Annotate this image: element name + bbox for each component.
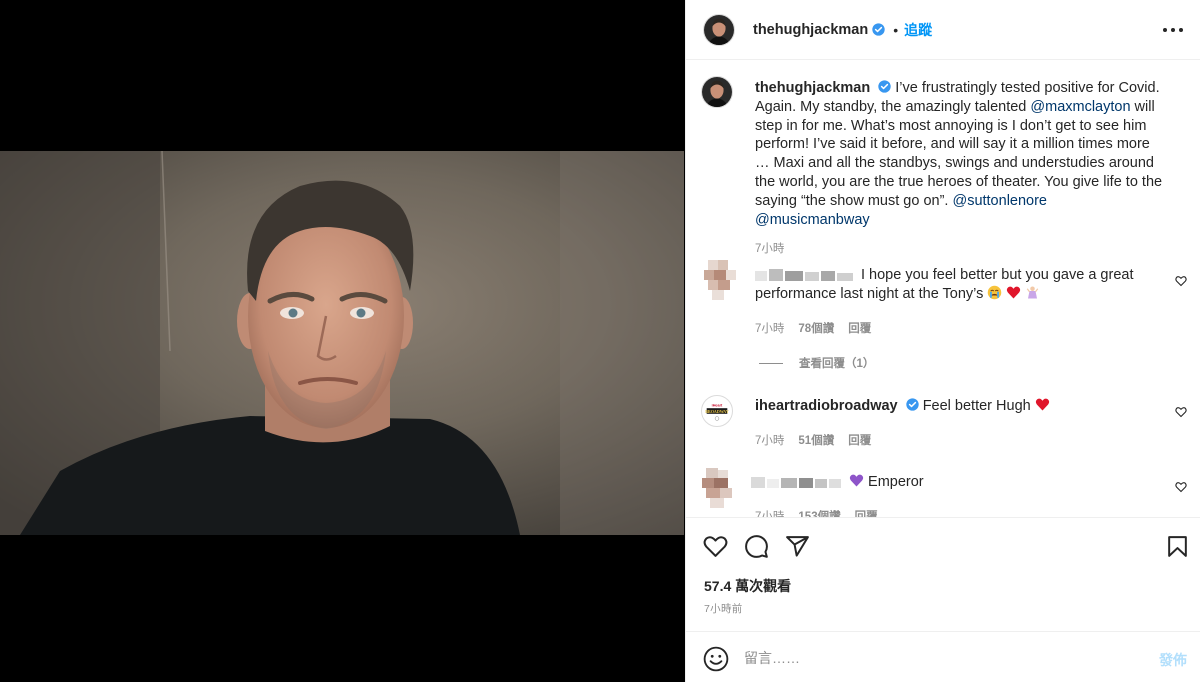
separator-dot: • — [893, 21, 899, 38]
caption-author-avatar[interactable] — [701, 76, 733, 108]
comment-meta: 7小時 78個讚 回覆 — [755, 320, 871, 336]
verified-badge-icon — [905, 398, 919, 411]
save-bookmark-icon[interactable] — [1165, 534, 1190, 559]
like-heart-icon[interactable] — [703, 534, 728, 559]
like-comment-heart-icon[interactable] — [1175, 275, 1187, 287]
like-comment-heart-icon[interactable] — [1175, 406, 1187, 418]
comment-likes[interactable]: 153個讚 — [798, 508, 840, 517]
mention-link[interactable]: @maxmclayton — [1030, 99, 1130, 115]
caption-time[interactable]: 7小時 — [755, 240, 784, 256]
emoji-smiley-icon[interactable] — [703, 646, 729, 672]
add-comment-bar: 發佈 — [686, 632, 1200, 682]
comment-text: Emperor — [751, 473, 1161, 492]
purple-heart-icon — [849, 474, 864, 487]
red-heart-icon — [1007, 286, 1021, 299]
verified-badge-icon — [872, 23, 885, 36]
comment-meta: 7小時 51個讚 回覆 — [755, 432, 871, 448]
caption-username[interactable]: thehughjackman — [755, 80, 870, 96]
comment-likes[interactable]: 78個讚 — [798, 320, 834, 336]
author-avatar[interactable] — [703, 13, 735, 46]
like-comment-heart-icon[interactable] — [1175, 481, 1187, 493]
commenter-username-blurred[interactable] — [755, 268, 855, 282]
comment-meta: 7小時 153個讚 回覆 — [755, 508, 878, 517]
caption-meta: 7小時 — [755, 240, 784, 256]
comment-bubble-icon[interactable] — [744, 534, 769, 559]
video-frame-image — [0, 151, 684, 535]
commenter-username-blurred[interactable] — [751, 475, 843, 489]
comment-body: Emperor — [868, 474, 924, 490]
comment-input[interactable] — [744, 646, 1134, 670]
view-replies-button[interactable]: 查看回覆（1） — [759, 355, 874, 371]
comment-text: iheartradiobroadway Feel better Hugh — [755, 397, 1165, 416]
commenter-username[interactable]: iheartradiobroadway — [755, 398, 898, 414]
mention-link[interactable]: @musicmanbway — [755, 212, 870, 228]
caption-row: thehughjackman I’ve frustratingly tested… — [686, 76, 1200, 255]
reply-button[interactable]: 回覆 — [848, 432, 871, 448]
author-username[interactable]: thehughjackman — [753, 22, 868, 38]
dancer-emoji-icon — [1027, 286, 1039, 299]
replies-line — [759, 362, 783, 364]
post-comment-button[interactable]: 發佈 — [1159, 650, 1187, 670]
view-replies-label: 查看回覆（1） — [799, 358, 875, 370]
comment-row: I hope you feel better but you gave a gr… — [686, 258, 1200, 371]
comment-likes[interactable]: 51個讚 — [798, 432, 834, 448]
comment-text: I hope you feel better but you gave a gr… — [755, 266, 1165, 304]
reply-button[interactable]: 回覆 — [855, 508, 878, 517]
media-pane[interactable] — [0, 0, 685, 682]
posted-time[interactable]: 7小時前 — [704, 601, 743, 616]
mention-link[interactable]: @suttonlenore — [952, 193, 1047, 209]
comment-time[interactable]: 7小時 — [755, 508, 784, 517]
caption-text: thehughjackman I’ve frustratingly tested… — [755, 79, 1165, 229]
more-options-icon[interactable] — [1163, 20, 1183, 40]
comment-time[interactable]: 7小時 — [755, 320, 784, 336]
comment-time[interactable]: 7小時 — [755, 432, 784, 448]
view-count[interactable]: 57.4 萬次觀看 — [704, 576, 791, 596]
section-divider — [686, 517, 1200, 518]
comment-row: Emperor 7小時 153個讚 回覆 — [686, 466, 1200, 517]
post-header: thehughjackman • 追蹤 — [686, 0, 1200, 60]
comments-list[interactable]: thehughjackman I’ve frustratingly tested… — [686, 61, 1200, 517]
commenter-avatar-blurred[interactable] — [698, 466, 742, 510]
action-bar — [686, 530, 1200, 562]
verified-badge-icon — [878, 80, 891, 93]
comment-body: Feel better Hugh — [922, 398, 1031, 414]
video-player[interactable] — [0, 151, 684, 535]
share-send-icon[interactable] — [785, 534, 810, 559]
commenter-avatar[interactable]: iHeart BROADWAY — [701, 395, 733, 427]
svg-text:iHeart: iHeart — [712, 403, 723, 407]
post-details-panel: thehughjackman • 追蹤 thehughjackman I’ve … — [685, 0, 1200, 682]
reply-button[interactable]: 回覆 — [848, 320, 871, 336]
svg-text:BROADWAY: BROADWAY — [705, 409, 729, 414]
red-heart-icon — [1035, 398, 1049, 411]
crying-emoji-icon — [988, 285, 1002, 300]
comment-row: iHeart BROADWAY iheartradiobroadway Feel… — [686, 395, 1200, 455]
commenter-avatar-blurred[interactable] — [698, 258, 742, 302]
follow-button[interactable]: 追蹤 — [904, 20, 932, 40]
